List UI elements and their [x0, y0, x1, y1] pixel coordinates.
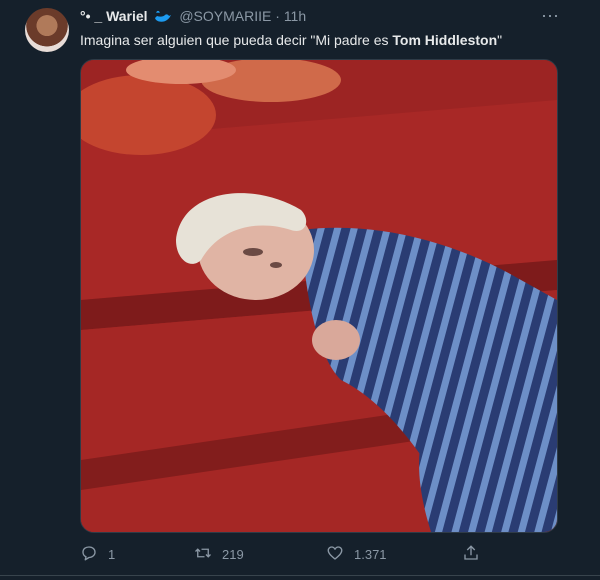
avatar[interactable]	[25, 8, 69, 52]
tweet-header: °• _ Wariel @SOYMARIIE · 11h	[80, 8, 306, 27]
reply-button[interactable]: 1	[80, 544, 115, 565]
separator-dot: ·	[275, 8, 280, 24]
retweet-count: 219	[222, 547, 244, 562]
like-button[interactable]: 1.371	[326, 544, 387, 565]
tweet-text-prefix: Imagina ser alguien que pueda decir "Mi …	[80, 32, 393, 48]
retweet-icon	[194, 544, 212, 565]
heart-icon	[326, 544, 344, 565]
tweet-text-suffix: "	[497, 32, 503, 48]
tweet[interactable]: °• _ Wariel @SOYMARIIE · 11h ⋯ Imagina s…	[0, 0, 600, 580]
tweet-text-bold: Tom Hiddleston	[392, 32, 498, 48]
display-name[interactable]: °• _ Wariel	[80, 8, 148, 24]
share-icon	[462, 544, 480, 565]
like-count: 1.371	[354, 547, 387, 562]
tweet-image[interactable]	[80, 59, 558, 533]
user-handle[interactable]: @SOYMARIIE	[179, 8, 271, 24]
divider	[0, 575, 600, 576]
retweet-button[interactable]: 219	[194, 544, 244, 565]
tweet-time[interactable]: 11h	[284, 8, 306, 24]
tweet-text: Imagina ser alguien que pueda decir "Mi …	[80, 32, 502, 48]
share-button[interactable]	[462, 544, 480, 565]
reply-count: 1	[108, 547, 116, 562]
more-dots-icon[interactable]: ⋯	[541, 6, 560, 27]
tweet-actions: 1 219 1.371	[80, 544, 560, 564]
reply-icon	[80, 544, 98, 565]
whale-emoji-icon	[154, 10, 172, 27]
